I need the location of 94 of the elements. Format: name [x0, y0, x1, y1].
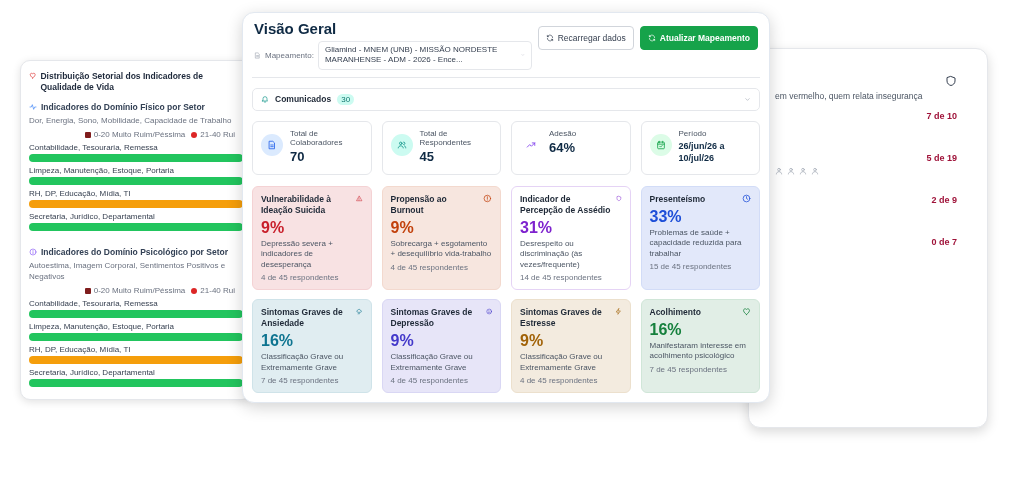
- bolt-icon: [614, 307, 622, 317]
- indicator-description: Problemas de saúde + capacidade reduzida para trabalhar: [649, 227, 743, 259]
- sector-label: Secretaria, Jurídico, Departamental: [29, 368, 156, 378]
- indicator-description: Classificação Grave ou Extremamente Grave: [261, 352, 345, 373]
- bell-icon: [261, 95, 269, 104]
- document-icon: [254, 51, 261, 59]
- respondents-count: 7 de 45 respondentes: [649, 364, 728, 374]
- calendar-icon: [655, 139, 666, 150]
- stat-value: 70: [290, 148, 306, 164]
- frown-icon: [485, 307, 492, 317]
- person-icon: [787, 167, 795, 175]
- indicator-title: Sintomas Graves de Estresse: [520, 307, 603, 330]
- sector-label: RH, DP, Educação, Mídia, TI: [29, 189, 132, 199]
- stat-value: 26/jun/26 a 10/jul/26: [678, 139, 726, 165]
- cloud-rain-icon: [356, 307, 363, 317]
- indicator-description: Classificação Grave ou Extremamente Grave: [390, 352, 474, 373]
- respondents-count: 15 de 45 respondentes: [649, 262, 733, 271]
- indicator-value: 9%: [390, 218, 415, 237]
- sector-label: Contabilidade, Tesouraria, Remessa: [29, 299, 159, 309]
- indicator-value: 31%: [520, 218, 554, 237]
- notices-label: Comunicados: [275, 94, 332, 105]
- indicator-value: 9%: [520, 332, 545, 351]
- shield-icon: [945, 75, 957, 87]
- sector-label: Secretaria, Jurídico, Departamental: [29, 212, 156, 222]
- refresh-icon: [545, 34, 554, 42]
- indicator-value: 33%: [649, 207, 683, 226]
- person-icon: [775, 167, 783, 175]
- indicator-title: Acolhimento: [649, 307, 701, 319]
- legend-label: 21-40 Rui: [200, 130, 235, 140]
- warning-icon: [356, 193, 363, 203]
- users-icon: [396, 139, 407, 150]
- shield-icon: [615, 193, 622, 203]
- indicator-description: Desrespeito ou discriminação (às vezes/frequente): [520, 238, 584, 271]
- indicator-title: Indicador de Percepção de Assédio: [520, 193, 612, 216]
- panel-subtitle: em vermelho, quem relata insegurança: [775, 91, 924, 101]
- count-label: 0 de 7: [931, 237, 957, 247]
- refresh-icon: [647, 34, 656, 42]
- indicator-description: Classificação Grave ou Extremamente Grave: [520, 352, 604, 373]
- legend-label: 21-40 Rui: [200, 286, 235, 296]
- respondents-count: 4 de 45 respondentes: [261, 273, 340, 283]
- sector-label: Limpeza, Manutenção, Estoque, Portaria: [29, 322, 175, 332]
- count-label: 7 de 10: [926, 111, 957, 121]
- chevron-down-icon: [744, 95, 751, 103]
- notices-bar[interactable]: Comunicados 30: [252, 87, 760, 111]
- respondents-count: 4 de 45 respondentes: [390, 262, 469, 272]
- section-title: Indicadores do Domínio Psicológico por Setor: [41, 247, 229, 258]
- heart-icon: [742, 307, 751, 317]
- section-title: Indicadores do Domínio Físico por Setor: [41, 102, 205, 113]
- indicator-description: Sobrecarga + esgotamento + desequilíbrio vida-trabalho: [390, 238, 492, 260]
- alert-circle-icon: [483, 193, 492, 203]
- trending-up-icon: [526, 139, 536, 150]
- section-subtitle: Autoestima, Imagem Corporal, Sentimentos Positivos e Negativos: [29, 261, 227, 283]
- indicator-title: Propensão ao Burnout: [390, 193, 448, 216]
- indicator-value: 16%: [261, 332, 295, 351]
- count-label: 5 de 19: [926, 153, 957, 163]
- indicator-title: Presenteísmo: [649, 193, 706, 205]
- indicator-value: 9%: [390, 332, 415, 351]
- indicator-title: Sintomas Graves de Depressão: [390, 307, 474, 330]
- count-label: 2 de 9: [931, 195, 957, 205]
- stat-value: 45: [419, 148, 435, 164]
- stat-label: Período: [678, 128, 708, 138]
- sector-label: Contabilidade, Tesouraria, Remessa: [29, 143, 159, 153]
- legend-label: 0-20 Muito Ruim/Péssima: [93, 286, 186, 296]
- info-icon: [29, 248, 37, 257]
- indicator-description: Manifestaram interesse em acolhimento psicológico: [649, 341, 747, 362]
- indicator-value: 9%: [261, 218, 286, 237]
- section-subtitle: Dor, Energia, Sono, Mobilidade, Capacidade de Trabalho: [29, 116, 233, 127]
- heart-icon: [29, 71, 37, 80]
- legend-label: 0-20 Muito Ruim/Péssima: [93, 130, 186, 140]
- stat-label: Total de Respondentes: [419, 128, 473, 147]
- clock-icon: [742, 193, 751, 203]
- mapping-select[interactable]: Gliamind - MNEM (UNB) - MISSÃO NORDESTE MARANHENSE - ADM - 2026 - Ence...: [317, 41, 532, 70]
- indicator-title: Sintomas Graves de Ansiedade: [261, 307, 344, 330]
- indicator-title: Vulnerabilidade à Ideação Suicida: [261, 193, 333, 216]
- person-icon: [799, 167, 807, 175]
- stat-label: Total de Colaboradores: [290, 128, 344, 147]
- respondents-count: 7 de 45 respondentes: [261, 375, 340, 385]
- respondents-count: 4 de 45 respondentes: [520, 375, 599, 385]
- sector-label: RH, DP, Educação, Mídia, TI: [29, 345, 132, 355]
- document-icon: [267, 139, 277, 150]
- person-icon: [811, 167, 819, 175]
- panel-title: Distribuição Setorial dos Indicadores de Qualidade de Vida: [40, 71, 204, 94]
- stat-label: Adesão: [549, 128, 577, 138]
- indicator-value: 16%: [649, 321, 683, 340]
- page-title: Visão Geral: [254, 20, 338, 37]
- stat-value: 64%: [549, 139, 577, 155]
- pulse-icon: [29, 103, 37, 112]
- reload-button[interactable]: Recarregar dados: [537, 26, 634, 50]
- respondents-count: 14 de 45 respondentes: [520, 273, 603, 283]
- respondents-count: 4 de 45 respondentes: [390, 375, 469, 385]
- sector-label: Limpeza, Manutenção, Estoque, Portaria: [29, 166, 175, 176]
- count-badge: 30: [337, 93, 355, 105]
- indicator-description: Depressão severa + indicadores de desesperança: [261, 238, 334, 271]
- mapping-label: Mapeamento:: [265, 50, 314, 60]
